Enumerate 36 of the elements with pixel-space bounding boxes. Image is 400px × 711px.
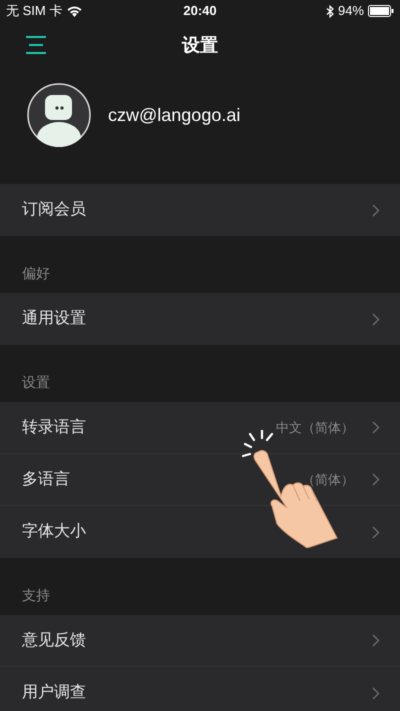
chevron-right-icon: [372, 686, 380, 700]
carrier-text: 无 SIM 卡: [6, 2, 62, 20]
settings-row[interactable]: 订阅会员: [0, 184, 400, 236]
row-value: 中文（简体）: [276, 418, 354, 437]
battery-text: 94%: [338, 2, 364, 20]
chevron-right-icon: [372, 312, 380, 326]
row-label: 订阅会员: [22, 200, 87, 220]
clock-text: 20:40: [183, 2, 217, 20]
chevron-right-icon: [372, 204, 380, 216]
chevron-right-icon: [372, 526, 380, 538]
bluetooth-icon: [326, 4, 334, 18]
battery-icon: [368, 5, 394, 17]
settings-row[interactable]: 通用设置: [0, 293, 400, 345]
row-label: 转录语言: [22, 418, 87, 438]
settings-row[interactable]: 意见反馈: [0, 615, 400, 667]
chevron-right-icon: [372, 421, 380, 434]
settings-row[interactable]: 用户调查: [0, 667, 400, 711]
settings-row[interactable]: 转录语言 中文（简体）: [0, 402, 400, 454]
row-label: 通用设置: [22, 308, 87, 329]
page-title: 设置: [182, 34, 218, 56]
row-label: 意见反馈: [22, 630, 87, 650]
settings-row[interactable]: 字体大小: [0, 506, 400, 558]
section-header: 设置: [22, 372, 50, 392]
menu-icon[interactable]: [26, 36, 46, 54]
section-header: 支持: [22, 586, 50, 604]
settings-row[interactable]: 多语言 （简体）: [0, 454, 400, 506]
avatar-icon: [27, 83, 91, 147]
row-label: 用户调查: [22, 682, 87, 703]
section-header: 偏好: [22, 264, 50, 282]
row-label: 字体大小: [22, 522, 87, 542]
chevron-right-icon: [372, 634, 380, 647]
row-value: （简体）: [302, 470, 354, 489]
row-label: 多语言: [22, 470, 71, 490]
account-email: czw@langogo.ai: [108, 104, 240, 127]
wifi-icon: [67, 6, 82, 16]
chevron-right-icon: [372, 473, 380, 486]
